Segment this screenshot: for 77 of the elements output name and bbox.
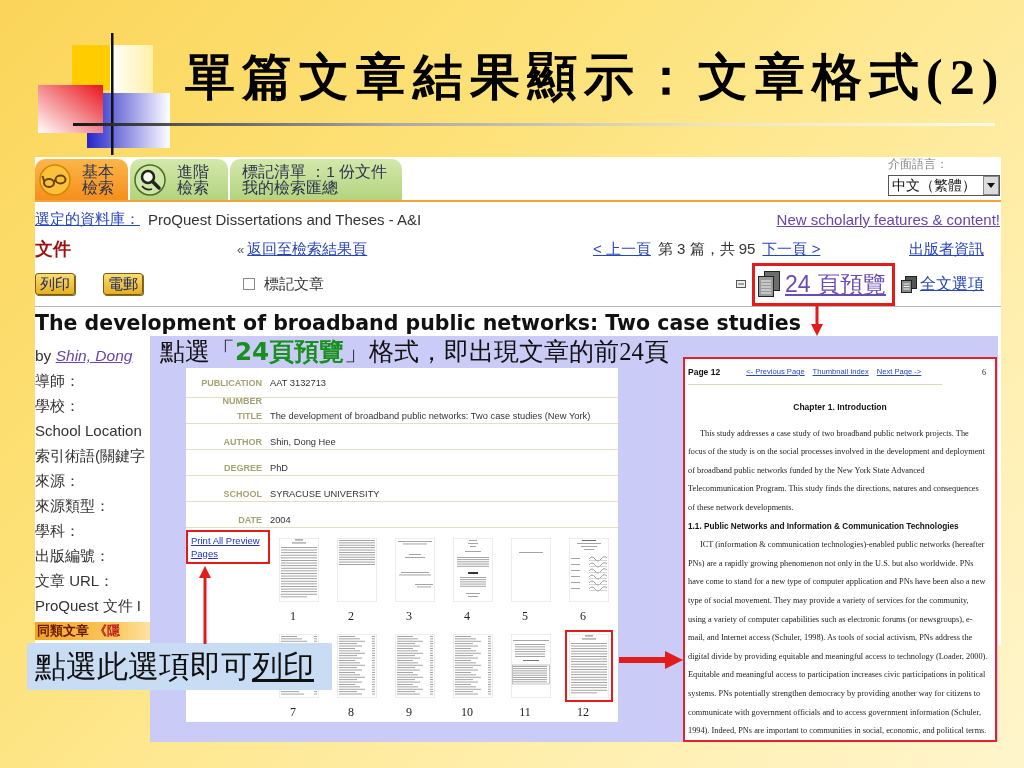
print-link[interactable]: Print All Preview Pages	[191, 535, 265, 560]
thumbnail-number: 5	[522, 609, 529, 624]
database-name: ProQuest Dissertations and Theses - A&I	[148, 210, 422, 228]
record-value: 2004	[270, 515, 291, 525]
thumbnail-number: 9	[406, 705, 413, 720]
body-paragraph: ICT (information & communication technologies)-enabled public networks (hereafter PNs) are a rapidly growing phenomenon not only in the U.S. but also worldwide. PNs have come to stand for a new type of computer application and PNs have been also a new type of social movement. They may provide a variety of services for the community, using a variety of computer capabilities such as electronic forums (or newsgroups), e- mail, and Internet access (Schuler, 1998). As tools of social activism, PNs address the digital divide by providing equitable and meaningful access to technology (Loader, 2000). Equitable and meaningful access to participation increases civic participations in political systems. PNs potentially strengthen democracy by providing another way for citizens to communicate with government officials and to access government information (Schuler, 1994). Indeed, PNs are important to communities in social, economic, and political terms.	[688, 539, 988, 738]
record-label: SCHOOL	[223, 489, 262, 499]
language-label: 介面語言：	[888, 157, 948, 172]
field-label: 學校：	[35, 397, 80, 414]
position-text: 第 3 篇，共 95	[657, 239, 756, 259]
publisher-link[interactable]: 出版者資訊	[909, 239, 984, 259]
language-select[interactable]: 中文（繁體）	[888, 175, 1000, 196]
record-value: AAT 3132713	[270, 378, 326, 388]
record-label: DEGREE	[224, 463, 262, 473]
thumbnail-number: 7	[290, 705, 297, 720]
page-label: Page 12	[688, 366, 721, 377]
field-label: School Location	[35, 422, 142, 439]
field-label: 文章 URL：	[35, 572, 115, 589]
document-heading: 文件	[35, 239, 71, 259]
preview-link[interactable]: 24 頁預覽	[785, 268, 886, 300]
chapter-heading: Chapter 1. Introduction	[793, 402, 887, 412]
pages-icon	[758, 271, 780, 297]
glasses-icon	[39, 163, 71, 196]
record-label: TITLE	[237, 411, 262, 421]
instruction-caption: 點選「24頁預覽」格式，即出現文章的前24頁	[160, 338, 669, 365]
record-label: AUTHOR	[223, 437, 262, 447]
article-title: The development of broadband public networks: Two case studies	[35, 312, 801, 334]
instruction-tooltip: 點選此選項即可列印	[27, 643, 332, 690]
checkbox[interactable]	[243, 278, 255, 290]
folio-number: 6	[982, 367, 986, 377]
back-link[interactable]: 返回至檢索結果頁	[247, 239, 368, 257]
thumbnail-number: 3	[406, 609, 413, 624]
database-link[interactable]: 選定的資料庫：	[35, 209, 140, 229]
record-value: SYRACUSE UNIVERSITY	[270, 489, 380, 499]
related-label: 同類文章	[36, 622, 89, 640]
section-heading: 1.1. Public Networks and Information & Communication Technologies	[688, 520, 959, 533]
double-chevron: «	[237, 241, 245, 257]
related-link[interactable]: 《隱	[94, 622, 120, 640]
magnifier-icon	[134, 163, 166, 196]
record-label: DATE	[238, 515, 262, 525]
field-label: 來源：	[35, 472, 80, 489]
search-tab[interactable]: 標記清單 ：1 份文件 我的檢索匯總	[230, 159, 402, 200]
full-text-link[interactable]: 全文選項	[920, 273, 984, 295]
search-tab[interactable]: 基本 檢索	[35, 159, 128, 200]
action-button[interactable]: 電郵	[103, 273, 143, 295]
field-label: 導師：	[35, 372, 80, 389]
thumbnail-number: 12	[577, 705, 590, 720]
callout-arrow	[619, 650, 683, 670]
search-tab[interactable]: 進階 檢索	[130, 159, 228, 200]
record-value: The development of broadband public networks: Two case studies (New York)	[270, 411, 591, 421]
record-value: PhD	[270, 463, 289, 473]
news-link[interactable]: New scholarly features & content!	[776, 210, 1000, 228]
byline-prefix: by	[35, 347, 52, 364]
thumbnail-number: 10	[461, 705, 474, 720]
record-value: Shin, Dong Hee	[270, 437, 336, 447]
body-paragraph: This study addresses a case study of two broadband public network projects. The focus of the study is on the social processes involved in the development and deployment of broadband public networks funded by the New York State Advanced Telecommunication Program. This study finds the directions, natures and consequences of these network developments.	[688, 427, 985, 514]
field-label: 出版編號：	[35, 547, 110, 564]
author-link[interactable]: Shin, Dong	[55, 347, 133, 364]
record-label: PUBLICATION NUMBER	[201, 378, 262, 406]
field-label: 索引術語(關鍵字	[35, 447, 145, 464]
thumbnail-number: 2	[348, 609, 355, 624]
thumbnail-number: 1	[290, 609, 297, 624]
field-label: 來源類型：	[35, 497, 110, 514]
thumbnail-number: 4	[464, 609, 471, 624]
stacked-pages-icon	[901, 275, 917, 293]
action-button[interactable]: 列印	[35, 273, 75, 295]
previous-link[interactable]: < 上一頁	[593, 239, 651, 259]
small-document-icon	[736, 280, 746, 288]
checkbox-label: 標記文章	[264, 274, 324, 294]
page-thumbnail[interactable]	[565, 630, 613, 702]
thumbnail-number: 11	[519, 705, 532, 720]
thumbnail-number: 6	[580, 609, 587, 624]
thumbnail-number: 8	[348, 705, 355, 720]
next-link[interactable]: 下一頁 >	[762, 239, 821, 259]
field-label: ProQuest 文件 I	[35, 597, 141, 614]
slide-title: 單篇文章結果顯示：文章格式(2)	[185, 48, 1006, 107]
field-label: 學科：	[35, 522, 80, 539]
